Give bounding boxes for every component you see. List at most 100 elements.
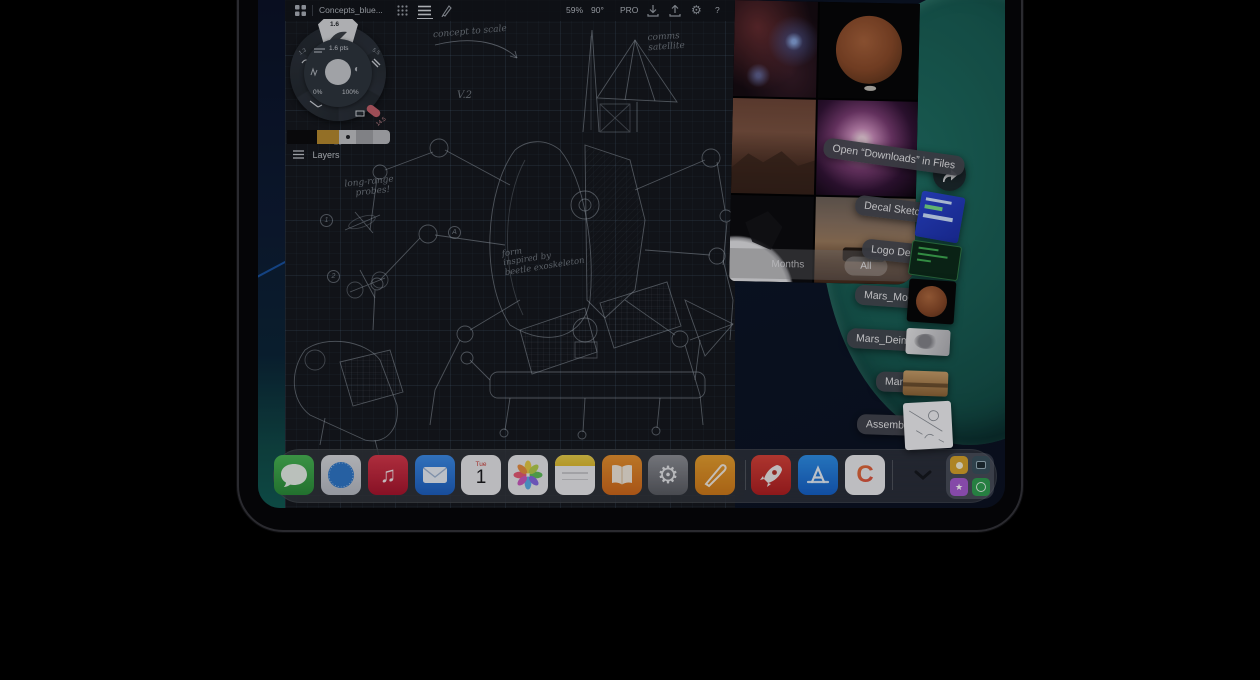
annotation-version: V.2: [457, 90, 472, 101]
swatch-gray-light[interactable]: [373, 130, 390, 144]
stage: concept to scale comms satellite V.2 lon…: [0, 0, 1260, 680]
dock-c-app-icon[interactable]: C: [845, 455, 885, 495]
dock-mail-icon[interactable]: [415, 455, 455, 495]
mini-camera-icon[interactable]: [972, 456, 990, 474]
rotation-angle[interactable]: 90°: [591, 0, 604, 21]
stroke-size-label: 1.6 pts: [329, 45, 349, 52]
segment-months[interactable]: Months: [771, 258, 804, 270]
dock-notes-icon[interactable]: [555, 455, 595, 495]
photo-mars-desert[interactable]: [731, 98, 816, 195]
desert-ridge: [731, 136, 815, 195]
pro-badge[interactable]: PRO: [620, 0, 638, 21]
layers-row[interactable]: Layers: [293, 150, 340, 160]
import-icon[interactable]: [647, 5, 659, 17]
opacity-moon-icon: ◐: [354, 64, 360, 75]
timer-shape: [976, 482, 986, 492]
layers-label: Layers: [313, 150, 340, 160]
settings-gear-icon[interactable]: ⚙: [691, 0, 702, 21]
photo-mars-globe[interactable]: [818, 2, 920, 100]
mini-star-icon[interactable]: ★: [950, 478, 968, 496]
mars-horizon-streak: [903, 382, 948, 388]
circuit-line-2: [918, 253, 948, 259]
notes-yellow-band: [555, 455, 595, 466]
camera-shape: [976, 461, 986, 469]
wheel-center-knob[interactable]: [325, 59, 351, 85]
dock-chevron-down-icon[interactable]: [914, 470, 932, 480]
layers-menu-icon: [293, 150, 304, 159]
mini-timer-icon[interactable]: [972, 478, 990, 496]
opacity-max: 100%: [342, 89, 359, 96]
drag-thumb-mars-deimos[interactable]: [905, 328, 950, 356]
photo-horsehead-nebula[interactable]: [733, 0, 818, 98]
toolbar-divider: [312, 5, 313, 16]
ipad-screen: concept to scale comms satellite V.2 lon…: [258, 0, 1005, 508]
size-slider-icon: [314, 48, 325, 55]
selected-swatch-dot: [346, 135, 350, 139]
dock-messages-icon[interactable]: [274, 455, 314, 495]
layers-list-tool[interactable]: [417, 0, 433, 21]
swatch-ochre[interactable]: [317, 130, 339, 144]
music-note-glyph: ♫: [368, 455, 408, 495]
wallpaper-left-sliver: [258, 0, 285, 508]
swatch-black[interactable]: [287, 130, 317, 144]
mini-tips-icon[interactable]: [950, 456, 968, 474]
annotation-comms: comms satellite: [647, 32, 685, 54]
dock-divider-2: [892, 460, 893, 490]
tool-wheel[interactable]: 1.6 1.3 5.5 14.5 6.9: [290, 23, 390, 123]
circuit-line-1: [918, 247, 938, 252]
annotation-marker-1: 1: [320, 214, 333, 227]
circuit-line-3: [917, 258, 931, 262]
annotation-marker-2: 2: [327, 270, 340, 283]
dock-books-icon[interactable]: [602, 455, 642, 495]
app-menu-icon[interactable]: [295, 5, 306, 16]
c-app-glyph: C: [845, 455, 885, 495]
hamburger-lines-icon: [418, 5, 431, 16]
bulb-shape: [956, 462, 963, 469]
document-title[interactable]: Concepts_blue...: [319, 0, 383, 21]
sticker-line-1: [926, 197, 952, 204]
help-button[interactable]: ?: [715, 0, 720, 21]
swatch-gray-mid[interactable]: [356, 130, 373, 144]
export-share-icon[interactable]: [669, 5, 681, 17]
swatch-gray-selected[interactable]: [339, 130, 356, 144]
drag-thumb-logo-detail[interactable]: [908, 240, 962, 282]
opacity-min: 0%: [313, 89, 322, 96]
dock-divider-1: [745, 460, 746, 490]
concepts-app-window[interactable]: concept to scale comms satellite V.2 lon…: [285, 0, 735, 508]
color-palette-strip[interactable]: [287, 130, 390, 144]
mars-ice-cap: [864, 85, 876, 91]
dock-calendar-icon[interactable]: Tue 1: [461, 455, 501, 495]
settings-gear-glyph: ⚙: [648, 455, 688, 495]
notes-line-1: [562, 472, 588, 474]
dock-rocket-icon[interactable]: [751, 455, 791, 495]
dock-music-icon[interactable]: ♫: [368, 455, 408, 495]
pen-nib-icon[interactable]: [441, 4, 453, 17]
concepts-toolbar: Concepts_blue... 59% 90° PRO: [285, 0, 735, 21]
tool-wheel-disc[interactable]: 1.6 pts ◐ 0% 100%: [304, 39, 372, 107]
probe-silhouette: [745, 211, 783, 250]
drag-thumb-assembly[interactable]: [903, 401, 953, 450]
calendar-day: 1: [461, 468, 501, 488]
dock-safari-icon[interactable]: [321, 455, 361, 495]
drag-thumb-mars[interactable]: [903, 370, 949, 397]
mars-model-sphere: [915, 285, 948, 318]
sticker-line-2: [924, 204, 942, 211]
drag-thumb-mars-model[interactable]: [907, 278, 957, 324]
selected-tool-underline: [417, 18, 433, 20]
notes-line-2: [562, 479, 588, 481]
smoothing-icon: [310, 67, 320, 77]
annotation-marker-a: A: [448, 226, 461, 239]
sticker-line-3: [923, 213, 953, 222]
star-glyph: ★: [955, 482, 963, 493]
deimos-sketch-blob: [914, 333, 939, 349]
assembly-sketch: [903, 401, 953, 450]
dock-appstore-icon[interactable]: [798, 455, 838, 495]
dock-suggested-apps-cluster[interactable]: ★: [946, 453, 994, 499]
grid-dots-icon[interactable]: [397, 5, 408, 16]
dock-concepts-icon[interactable]: [695, 455, 735, 495]
mars-globe-sphere: [835, 16, 902, 85]
dock-photos-icon[interactable]: [508, 455, 548, 495]
zoom-level[interactable]: 59%: [566, 0, 583, 21]
drag-thumb-decal-sketches[interactable]: [914, 191, 965, 244]
dock-settings-icon[interactable]: ⚙: [648, 455, 688, 495]
